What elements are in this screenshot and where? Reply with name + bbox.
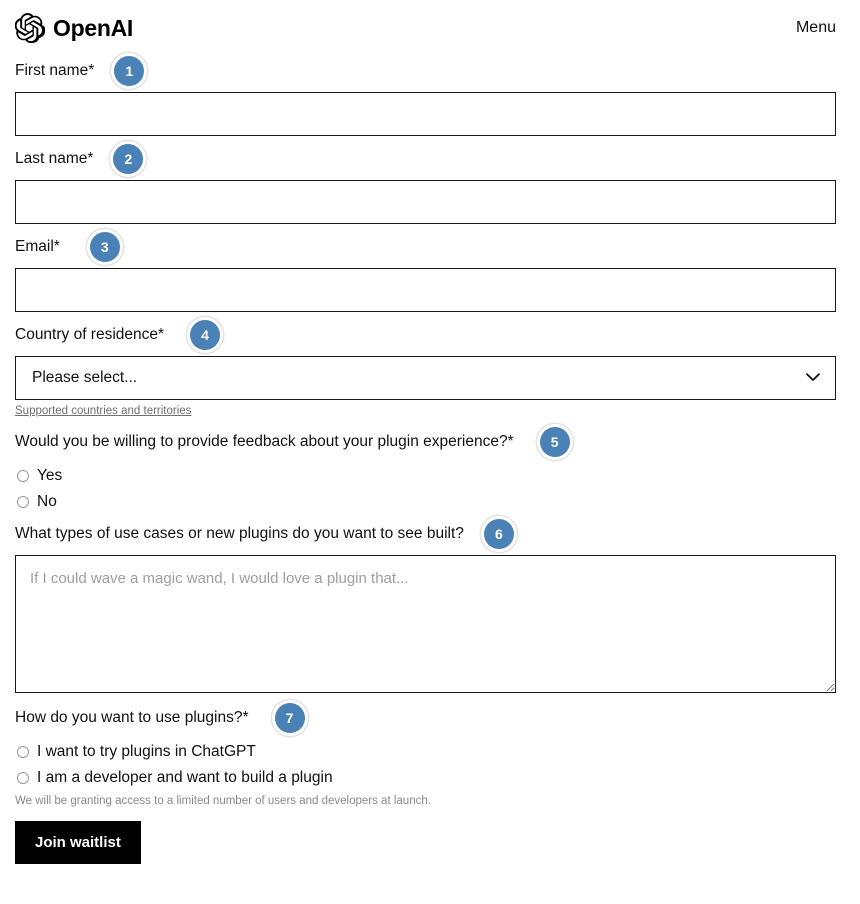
annotation-badge-4: 4 xyxy=(190,320,221,350)
radio-option-feedback-yes[interactable]: Yes xyxy=(15,463,845,489)
use-cases-textarea[interactable] xyxy=(15,555,836,693)
field-usage-type: How do you want to use plugins?* 7 I wan… xyxy=(15,703,845,807)
country-select[interactable]: Please select... xyxy=(15,356,836,400)
annotation-badge-3: 3 xyxy=(89,232,120,262)
email-input[interactable] xyxy=(15,268,836,312)
radio-circle-icon[interactable] xyxy=(17,772,29,784)
label-country: Country of residence* xyxy=(15,325,165,343)
annotation-badge-1: 1 xyxy=(114,56,145,86)
first-name-input[interactable] xyxy=(15,92,836,136)
label-first-name: First name* xyxy=(15,61,95,79)
radio-label-yes: Yes xyxy=(37,467,63,484)
label-row-email: Email* 3 xyxy=(15,232,845,262)
feedback-radio-group: Yes No xyxy=(15,463,845,515)
brand-name: OpenAI xyxy=(53,14,133,41)
field-email: Email* 3 xyxy=(15,232,845,312)
field-use-cases: What types of use cases or new plugins d… xyxy=(15,519,845,693)
last-name-input[interactable] xyxy=(15,180,836,224)
usage-type-radio-group: I want to try plugins in ChatGPT I am a … xyxy=(15,739,845,791)
radio-label-developer: I am a developer and want to build a plu… xyxy=(37,769,333,786)
label-row-feedback: Would you be willing to provide feedback… xyxy=(15,427,845,457)
openai-logo-icon xyxy=(15,13,45,43)
annotation-badge-7: 7 xyxy=(274,703,305,733)
field-first-name: First name* 1 xyxy=(15,56,845,136)
label-row-first-name: First name* 1 xyxy=(15,56,845,86)
supported-countries-link[interactable]: Supported countries and territories xyxy=(15,405,191,417)
page-header: OpenAI Menu xyxy=(0,0,860,56)
field-country: Country of residence* 4 Please select...… xyxy=(15,320,845,419)
radio-circle-icon[interactable] xyxy=(17,746,29,758)
country-select-wrap: Please select... xyxy=(15,356,836,400)
field-last-name: Last name* 2 xyxy=(15,144,845,224)
field-feedback: Would you be willing to provide feedback… xyxy=(15,427,845,515)
usage-type-note: We will be granting access to a limited … xyxy=(15,795,431,807)
radio-circle-icon[interactable] xyxy=(17,496,29,508)
radio-circle-icon[interactable] xyxy=(17,470,29,482)
join-waitlist-button[interactable]: Join waitlist xyxy=(15,821,141,864)
radio-option-try-plugins[interactable]: I want to try plugins in ChatGPT xyxy=(15,739,845,765)
label-row-last-name: Last name* 2 xyxy=(15,144,845,174)
label-row-usage-type: How do you want to use plugins?* 7 xyxy=(15,703,845,733)
annotation-badge-6: 6 xyxy=(483,519,514,549)
brand-logo: OpenAI xyxy=(15,13,133,43)
label-row-country: Country of residence* 4 xyxy=(15,320,845,350)
waitlist-form: First name* 1 Last name* 2 Email* 3 Coun… xyxy=(0,56,860,864)
label-email: Email* xyxy=(15,237,60,255)
country-select-value: Please select... xyxy=(32,369,138,386)
label-feedback: Would you be willing to provide feedback… xyxy=(15,432,514,450)
label-row-use-cases: What types of use cases or new plugins d… xyxy=(15,519,845,549)
label-usage-type: How do you want to use plugins?* xyxy=(15,708,249,726)
annotation-badge-2: 2 xyxy=(113,144,144,174)
label-last-name: Last name* xyxy=(15,149,94,167)
radio-label-try-plugins: I want to try plugins in ChatGPT xyxy=(37,743,256,760)
label-use-cases: What types of use cases or new plugins d… xyxy=(15,524,464,542)
radio-option-developer[interactable]: I am a developer and want to build a plu… xyxy=(15,765,845,791)
radio-option-feedback-no[interactable]: No xyxy=(15,489,845,515)
radio-label-no: No xyxy=(37,493,57,510)
menu-button[interactable]: Menu xyxy=(796,19,836,37)
annotation-badge-5: 5 xyxy=(539,427,570,457)
